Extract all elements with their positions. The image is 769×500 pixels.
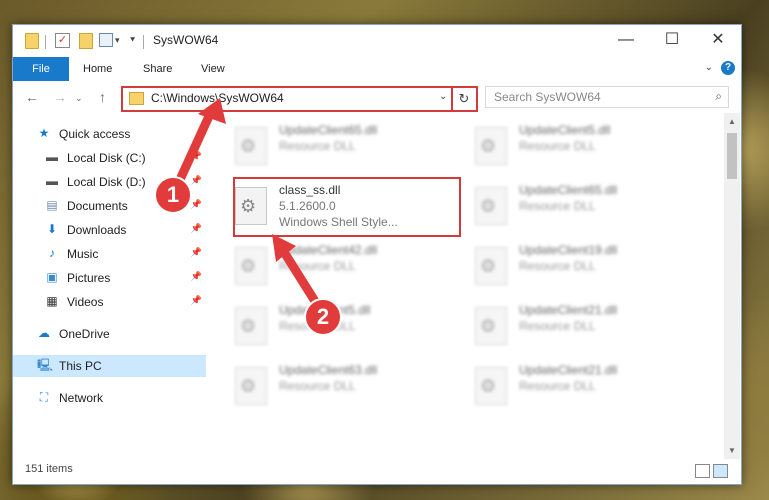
step-marker-1: 1 [154,176,192,214]
step-marker-2: 2 [304,298,342,336]
arrow-to-file [272,234,323,311]
arrow-to-address-bar [173,98,226,189]
annotation-arrows [173,98,323,311]
